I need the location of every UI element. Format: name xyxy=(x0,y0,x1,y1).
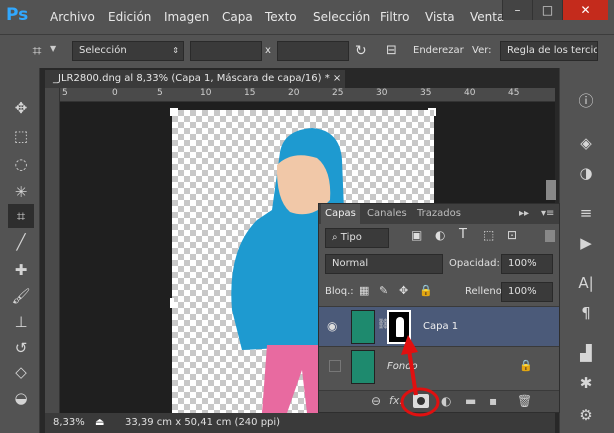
annotation-circle xyxy=(400,387,440,417)
annotation-overlay xyxy=(400,335,440,417)
annotation-arrow-head xyxy=(401,335,418,355)
